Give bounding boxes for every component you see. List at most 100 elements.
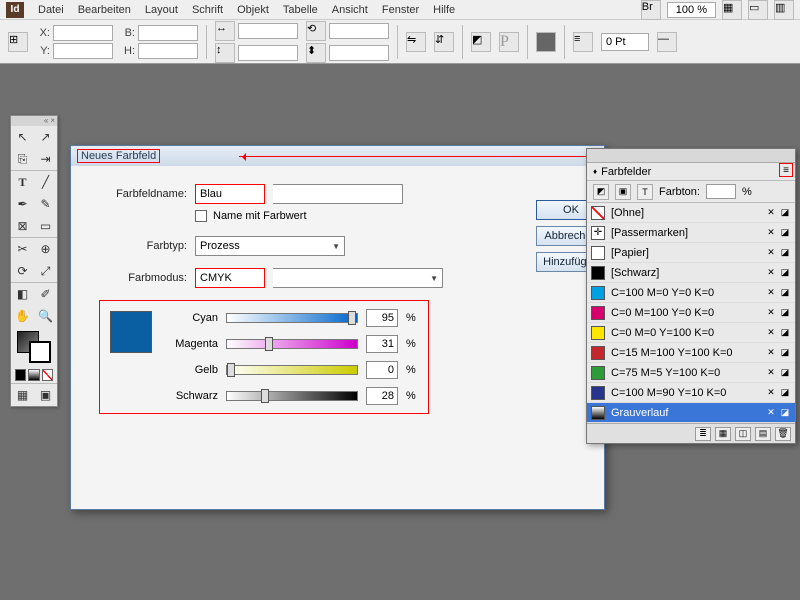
flip-h-icon[interactable]: ⇋	[406, 32, 426, 52]
x-input[interactable]	[53, 25, 113, 41]
scale-y-input[interactable]	[238, 45, 298, 61]
rotate-input[interactable]	[329, 23, 389, 39]
swatch-row[interactable]: C=100 M=90 Y=10 K=0✕◪	[587, 383, 795, 403]
eyedropper-tool-icon[interactable]: ✐	[34, 283, 57, 305]
arrange-icon[interactable]: ▥	[774, 0, 794, 20]
close-icon[interactable]: ×	[50, 116, 55, 126]
show-large-icon[interactable]: ◫	[735, 427, 751, 441]
show-small-icon[interactable]: ▦	[715, 427, 731, 441]
scissors-tool-icon[interactable]: ✂	[11, 238, 34, 260]
stroke-weight-input[interactable]	[601, 33, 649, 51]
swatch-row[interactable]: ✛[Passermarken]✕◪	[587, 223, 795, 243]
rectangle-tool-icon[interactable]: ▭	[34, 215, 57, 237]
bridge-icon[interactable]: Br	[641, 0, 661, 20]
zoom-level[interactable]: 100 %	[667, 2, 716, 18]
direct-selection-tool-icon[interactable]: ↗	[34, 126, 57, 148]
swatch-row[interactable]: C=15 M=100 Y=100 K=0✕◪	[587, 343, 795, 363]
new-swatch-icon[interactable]: ▤	[755, 427, 771, 441]
menu-item[interactable]: Fenster	[382, 4, 419, 16]
stroke-weight-icon[interactable]: ≡	[573, 32, 593, 52]
pen-tool-icon[interactable]: ✒	[11, 193, 34, 215]
rectangle-frame-tool-icon[interactable]: ⊠	[11, 215, 34, 237]
stroke-proxy-icon[interactable]: ▣	[615, 184, 631, 200]
tint-input[interactable]	[706, 184, 736, 199]
menu-item[interactable]: Schrift	[192, 4, 223, 16]
menu-item[interactable]: Layout	[145, 4, 178, 16]
preview-view-icon[interactable]: ▣	[34, 384, 57, 406]
menu-item[interactable]: Objekt	[237, 4, 269, 16]
h-input[interactable]	[138, 43, 198, 59]
rotate-tool-icon[interactable]: ⟳	[11, 260, 34, 282]
menu-item[interactable]: Hilfe	[433, 4, 455, 16]
magenta-value-input[interactable]	[366, 335, 398, 353]
swatch-row[interactable]: C=100 M=0 Y=0 K=0✕◪	[587, 283, 795, 303]
cyan-slider[interactable]	[226, 313, 358, 323]
cyan-value-input[interactable]	[366, 309, 398, 327]
magenta-slider[interactable]	[226, 339, 358, 349]
black-slider[interactable]	[226, 391, 358, 401]
scale-tool-icon[interactable]: ⤢	[34, 260, 57, 282]
line-tool-icon[interactable]: ╱	[34, 171, 57, 193]
swatch-row[interactable]: C=75 M=5 Y=100 K=0✕◪	[587, 363, 795, 383]
swatch-row[interactable]: [Schwarz]✕◪	[587, 263, 795, 283]
delete-swatch-icon[interactable]: 🗑	[775, 427, 791, 441]
scale-x-input[interactable]	[238, 23, 298, 39]
menu-item[interactable]: Bearbeiten	[78, 4, 131, 16]
color-mode-select-ext[interactable]: ▼	[273, 268, 443, 288]
menu-item[interactable]: Ansicht	[332, 4, 368, 16]
selection-tool-icon[interactable]: ↖	[11, 126, 34, 148]
screen-mode-icon[interactable]: ▭	[748, 0, 768, 20]
color-mode-select[interactable]: CMYK	[195, 268, 265, 288]
swatch-row[interactable]: [Papier]✕◪	[587, 243, 795, 263]
menu-item[interactable]: Datei	[38, 4, 64, 16]
flip-v-icon[interactable]: ⇵	[434, 32, 454, 52]
paragraph-icon[interactable]: P	[499, 32, 519, 52]
swatch-row[interactable]: [Ohne]✕◪	[587, 203, 795, 223]
w-input[interactable]	[138, 25, 198, 41]
gap-tool-icon[interactable]: ⇥	[34, 148, 57, 170]
scale-x-icon[interactable]: ↔	[215, 21, 235, 41]
fill-icon[interactable]	[536, 32, 556, 52]
normal-view-icon[interactable]: ▦	[11, 384, 34, 406]
corner-options-icon[interactable]: ◩	[471, 32, 491, 52]
yellow-slider[interactable]	[226, 365, 358, 375]
menu-item[interactable]: Tabelle	[283, 4, 318, 16]
gradient-tool-icon[interactable]: ◧	[11, 283, 34, 305]
color-mode-icon: ◪	[779, 307, 791, 319]
rotate-icon[interactable]: ⟲	[306, 21, 326, 41]
cmyk-sliders-group: Cyan % Magenta % Gelb %	[99, 300, 429, 414]
panel-tab[interactable]: ♦Farbfelder	[587, 163, 795, 181]
transform-tool-icon[interactable]: ⊕	[34, 238, 57, 260]
zoom-tool-icon[interactable]: 🔍	[34, 305, 57, 327]
apply-color-icon[interactable]	[15, 369, 26, 381]
shear-input[interactable]	[329, 45, 389, 61]
swatch-name-input[interactable]	[195, 184, 265, 204]
swatch-row[interactable]: Grauverlauf✕◪	[587, 403, 795, 423]
fill-proxy-icon[interactable]: ◩	[593, 184, 609, 200]
name-with-value-checkbox[interactable]	[195, 210, 207, 222]
panel-drag-handle[interactable]	[587, 149, 795, 163]
show-list-icon[interactable]: ≣	[695, 427, 711, 441]
hand-tool-icon[interactable]: ✋	[11, 305, 34, 327]
swatch-name-extend[interactable]	[273, 184, 403, 204]
fill-stroke-swap[interactable]	[11, 327, 57, 367]
view-options-icon[interactable]: ▦	[722, 0, 742, 20]
shear-icon[interactable]: ⬍	[306, 43, 326, 63]
scale-y-icon[interactable]: ↕	[215, 43, 235, 63]
reference-point-icon[interactable]: ⊞	[8, 32, 28, 52]
apply-gradient-icon[interactable]	[28, 369, 39, 381]
pencil-tool-icon[interactable]: ✎	[34, 193, 57, 215]
apply-none-icon[interactable]	[42, 369, 53, 381]
formatting-text-icon[interactable]: T	[637, 184, 653, 200]
y-input[interactable]	[53, 43, 113, 59]
yellow-value-input[interactable]	[366, 361, 398, 379]
color-type-select[interactable]: Prozess▼	[195, 236, 345, 256]
type-tool-icon[interactable]: T	[11, 171, 34, 193]
stroke-style-icon[interactable]: —	[657, 32, 677, 52]
collapse-icon[interactable]: «	[44, 116, 48, 126]
black-value-input[interactable]	[366, 387, 398, 405]
swatch-row[interactable]: C=0 M=100 Y=0 K=0✕◪	[587, 303, 795, 323]
panel-flyout-menu-icon[interactable]: ≡	[779, 163, 793, 177]
swatch-row[interactable]: C=0 M=0 Y=100 K=0✕◪	[587, 323, 795, 343]
page-tool-icon[interactable]: ⎘	[11, 148, 34, 170]
